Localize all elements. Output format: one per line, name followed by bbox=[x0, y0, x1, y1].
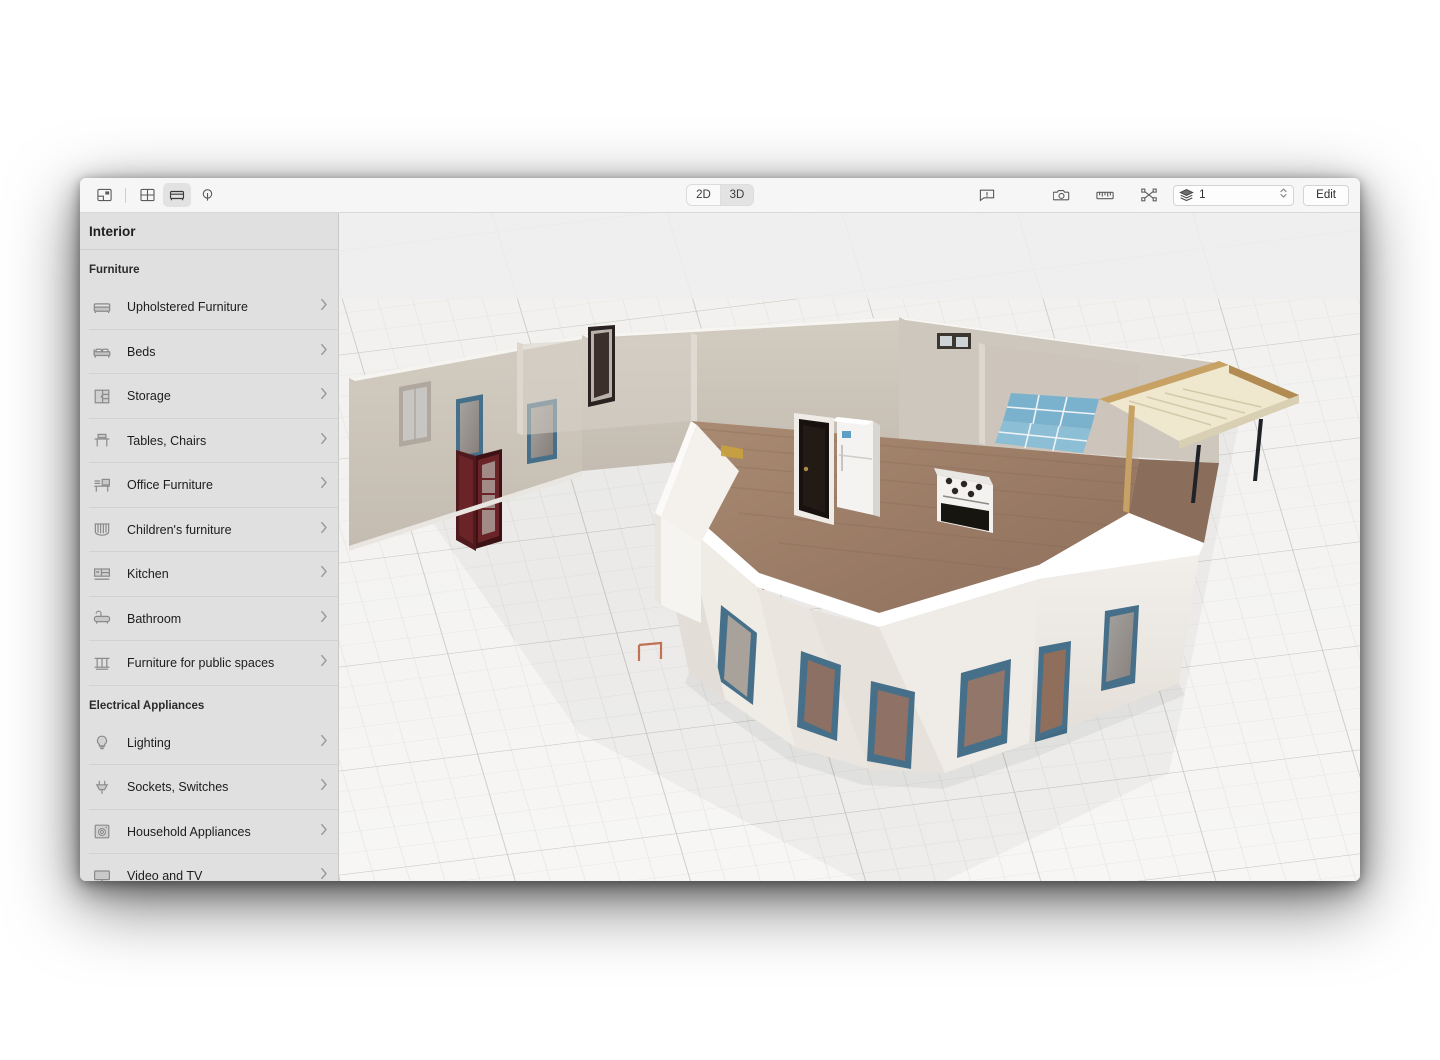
design-viewport-3d[interactable] bbox=[339, 213, 1360, 881]
lightbulb-icon bbox=[89, 731, 115, 755]
window-teal-fr-1[interactable] bbox=[1101, 605, 1139, 691]
list-item-upholstered-furniture[interactable]: Upholstered Furniture bbox=[80, 285, 338, 330]
window-teal-bay-a[interactable] bbox=[957, 659, 1011, 758]
refrigerator[interactable] bbox=[832, 417, 880, 517]
application-window: 2D 3D bbox=[80, 178, 1360, 881]
window-small-top[interactable] bbox=[937, 333, 971, 349]
list-item-tables-chairs[interactable]: Tables, Chairs bbox=[80, 419, 338, 464]
layer-stepper[interactable]: 1 bbox=[1173, 185, 1294, 206]
table-chair-icon bbox=[89, 429, 115, 453]
chevron-right-icon bbox=[320, 432, 328, 450]
window-teal-bay-b[interactable] bbox=[867, 681, 915, 769]
tv-icon bbox=[89, 864, 115, 881]
transform-icon[interactable] bbox=[1135, 183, 1163, 207]
window-teal-bay-c[interactable] bbox=[797, 651, 841, 741]
catalog-sidebar: Interior Furniture Upholstered Furniture bbox=[80, 213, 339, 881]
view-mode-2d[interactable]: 2D bbox=[687, 185, 720, 205]
edit-button[interactable]: Edit bbox=[1303, 185, 1349, 206]
plug-icon bbox=[89, 775, 115, 799]
list-item-label: Kitchen bbox=[127, 567, 320, 581]
list-item-childrens-furniture[interactable]: Children's furniture bbox=[80, 508, 338, 553]
list-item-label: Tables, Chairs bbox=[127, 434, 320, 448]
kitchen-counter-icon bbox=[89, 562, 115, 586]
bathtub-icon bbox=[89, 607, 115, 631]
layer-stepper-value: 1 bbox=[1199, 189, 1205, 201]
washing-machine-icon bbox=[89, 820, 115, 844]
list-item-label: Sockets, Switches bbox=[127, 780, 320, 794]
panel-header: Interior bbox=[80, 213, 338, 250]
cabinet-icon bbox=[89, 384, 115, 408]
chevron-right-icon bbox=[320, 867, 328, 881]
partition-wall-3[interactable] bbox=[691, 333, 697, 425]
solar-panels[interactable] bbox=[995, 393, 1099, 453]
exterior-tree-icon[interactable] bbox=[193, 183, 221, 207]
group-label-furniture: Furniture bbox=[80, 250, 338, 285]
chevron-right-icon bbox=[320, 654, 328, 672]
chevron-right-icon bbox=[320, 565, 328, 583]
chevron-right-icon bbox=[320, 521, 328, 539]
view-mode-3d[interactable]: 3D bbox=[720, 185, 753, 205]
window-group-left[interactable] bbox=[399, 381, 431, 447]
list-item-label: Video and TV bbox=[127, 869, 320, 881]
toolbar-right-group: 1 Edit bbox=[973, 183, 1360, 207]
partition-wall-4[interactable] bbox=[979, 343, 985, 445]
list-item-label: Upholstered Furniture bbox=[127, 300, 320, 314]
windows-doors-icon[interactable] bbox=[133, 183, 161, 207]
chevron-right-icon bbox=[320, 387, 328, 405]
list-item-bathroom[interactable]: Bathroom bbox=[80, 597, 338, 642]
list-item-public-spaces-furniture[interactable]: Furniture for public spaces bbox=[80, 641, 338, 686]
house-3d-model[interactable] bbox=[339, 213, 1360, 881]
sofa-icon bbox=[89, 295, 115, 319]
chevron-right-icon bbox=[320, 298, 328, 316]
ruler-icon[interactable] bbox=[1091, 183, 1119, 207]
list-item-storage[interactable]: Storage bbox=[80, 374, 338, 419]
list-item-sockets-switches[interactable]: Sockets, Switches bbox=[80, 765, 338, 810]
room-plan-icon[interactable] bbox=[90, 183, 118, 207]
interior-sofa-icon[interactable] bbox=[163, 183, 191, 207]
chevron-right-icon bbox=[320, 343, 328, 361]
main-area: Interior Furniture Upholstered Furniture bbox=[80, 213, 1360, 881]
list-item-household-appliances[interactable]: Household Appliances bbox=[80, 810, 338, 855]
toolbar: 2D 3D bbox=[80, 178, 1360, 213]
crib-icon bbox=[89, 518, 115, 542]
list-item-kitchen[interactable]: Kitchen bbox=[80, 552, 338, 597]
toolbar-left-group bbox=[80, 183, 221, 207]
window-teal-fr-2[interactable] bbox=[1035, 641, 1071, 742]
list-item-label: Bathroom bbox=[127, 612, 320, 626]
list-item-label: Storage bbox=[127, 389, 320, 403]
interior-opening-dark[interactable] bbox=[588, 325, 615, 407]
toolbar-divider bbox=[125, 188, 126, 203]
chevron-right-icon bbox=[320, 734, 328, 752]
chevron-right-icon bbox=[320, 823, 328, 841]
comment-icon[interactable] bbox=[973, 183, 1001, 207]
list-item-label: Household Appliances bbox=[127, 825, 320, 839]
bed-icon bbox=[89, 340, 115, 364]
list-item-label: Lighting bbox=[127, 736, 320, 750]
list-item-beds[interactable]: Beds bbox=[80, 330, 338, 375]
list-item-video-and-tv[interactable]: Video and TV bbox=[80, 854, 338, 881]
group-label-electrical-appliances: Electrical Appliances bbox=[80, 686, 338, 721]
list-item-label: Furniture for public spaces bbox=[127, 656, 320, 670]
public-bench-icon bbox=[89, 651, 115, 675]
stepper-updown-icon[interactable] bbox=[1279, 186, 1288, 205]
list-item-label: Office Furniture bbox=[127, 478, 320, 492]
list-item-office-furniture[interactable]: Office Furniture bbox=[80, 463, 338, 508]
camera-icon[interactable] bbox=[1047, 183, 1075, 207]
list-item-lighting[interactable]: Lighting bbox=[80, 721, 338, 766]
desk-icon bbox=[89, 473, 115, 497]
chevron-right-icon bbox=[320, 476, 328, 494]
page-title: Interior bbox=[89, 224, 136, 239]
chevron-right-icon bbox=[320, 610, 328, 628]
partition-wall-1[interactable] bbox=[517, 342, 523, 435]
list-item-label: Children's furniture bbox=[127, 523, 320, 537]
chevron-right-icon bbox=[320, 778, 328, 796]
list-item-label: Beds bbox=[127, 345, 320, 359]
interior-door-dark[interactable] bbox=[794, 413, 834, 525]
view-mode-switch[interactable]: 2D 3D bbox=[686, 184, 754, 206]
layers-icon bbox=[1179, 188, 1194, 202]
